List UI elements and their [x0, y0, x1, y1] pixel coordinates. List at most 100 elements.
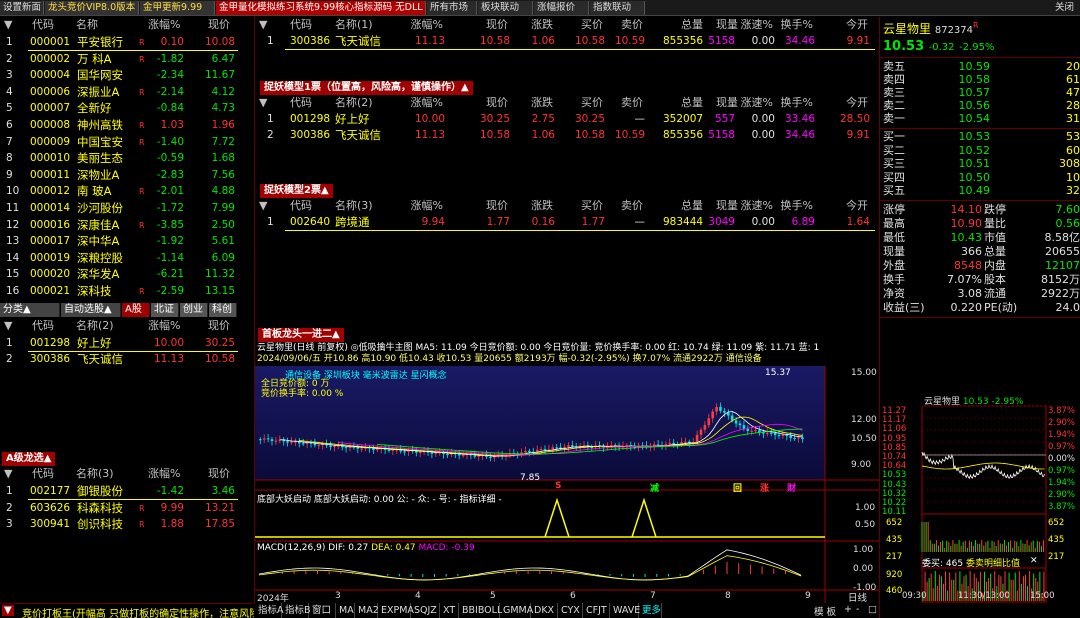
stat-label: 量比: [984, 217, 1006, 230]
price: 6.09: [211, 251, 235, 264]
tab-gem[interactable]: 创业: [180, 303, 208, 317]
bid-row[interactable]: 买二 10.52 60: [880, 144, 1080, 158]
table-row[interactable]: 3 000004 国华网安 -2.34 11.67: [0, 67, 253, 83]
zoom-in-button[interactable]: +: [844, 604, 852, 615]
tab-8[interactable]: BBIBOLL: [460, 603, 502, 618]
table-row[interactable]: 13 000017 深中华A -1.92 5.61: [0, 233, 253, 249]
tab-0[interactable]: 指标A: [256, 603, 284, 618]
table-row[interactable]: 9 000011 深物业A -2.83 7.56: [0, 167, 253, 183]
table-row[interactable]: 3 300941 创识科技 R 1.88 17.85: [0, 516, 253, 532]
table-row[interactable]: 12 000016 深康佳A R -3.85 2.50: [0, 217, 253, 233]
stock-code: 001298: [290, 113, 331, 125]
section-a-title[interactable]: A级龙选▲: [2, 452, 56, 466]
change-pct: -2.83: [156, 168, 184, 181]
table-row[interactable]: 1 001298 好上好 10.00 30.25 2.75 30.25—352007 557 0…: [255, 111, 879, 127]
collapse-icon[interactable]: ▼: [259, 95, 267, 111]
tab-all-markets[interactable]: 所有市场: [427, 1, 477, 15]
tab-bse[interactable]: 北证: [151, 303, 179, 317]
collapse-icon[interactable]: ▼: [4, 466, 12, 482]
ask-row[interactable]: 卖三 10.57 47: [880, 86, 1080, 100]
ask-row[interactable]: 卖二 10.56 28: [880, 99, 1080, 113]
ask-row[interactable]: 卖一 10.54 31: [880, 112, 1080, 126]
table-row[interactable]: 2 300386 飞天诚信 11.13 10.58: [0, 351, 253, 367]
tab-price[interactable]: 涨幅报价: [534, 1, 589, 15]
table-row[interactable]: 1 000001 平安银行 R 0.10 10.08: [0, 34, 253, 50]
stock-name: 深物业A: [77, 167, 120, 182]
tab-11[interactable]: CYX: [559, 603, 583, 618]
table-row[interactable]: 7 000009 中国宝安 R -1.40 7.72: [0, 134, 253, 150]
collapse-icon[interactable]: ▼: [259, 198, 267, 214]
model2-title[interactable]: 捉妖模型2票▲: [260, 184, 333, 198]
tab-category[interactable]: 分类▲: [0, 303, 60, 317]
bid-row[interactable]: 买五 10.49 32: [880, 184, 1080, 198]
tab-index-link[interactable]: 指数联动: [590, 1, 645, 15]
collapse-icon[interactable]: ▼: [2, 605, 14, 616]
tab-2[interactable]: 窗口: [310, 603, 336, 618]
close-button[interactable]: 关闭: [1052, 1, 1080, 15]
tab-3[interactable]: MA: [337, 603, 355, 618]
window-button[interactable]: □: [868, 604, 877, 615]
ask-row[interactable]: 卖五 10.59 20: [880, 60, 1080, 74]
bid-row[interactable]: 买三 10.51 308: [880, 157, 1080, 171]
ask-row[interactable]: 卖四 10.58 61: [880, 73, 1080, 87]
collapse-icon[interactable]: ▼: [4, 318, 12, 334]
tab-system[interactable]: 金甲量化模拟练习系统9.99核心指标源码 无DLL: [216, 1, 426, 15]
tab-a-share[interactable]: A股: [122, 303, 150, 317]
bid-row[interactable]: 买一 10.53 53: [880, 130, 1080, 144]
dif-line: [258, 549, 802, 581]
chart-section-title[interactable]: 首板龙头一进二▲: [258, 328, 344, 342]
table-row[interactable]: 8 000010 美丽生态 -0.59 1.68: [0, 150, 253, 166]
table-row[interactable]: 5 000007 全新好 -0.84 4.73: [0, 100, 253, 116]
tab-12[interactable]: CFJT: [584, 603, 610, 618]
table-row[interactable]: 10 000012 南 玻A R -2.01 4.88: [0, 183, 253, 199]
mid-table-1: ▼ 代码 名称(1) 涨幅% 现价 涨跌 买价 卖价 总量 现量 涨速% 换手% 今开 1 300386 飞…: [255, 17, 879, 81]
table-row[interactable]: 6 000008 神州高铁 R 1.03 1.96: [0, 117, 253, 133]
close-icon[interactable]: ✕: [1030, 556, 1038, 566]
bid-price: 10.49: [958, 184, 991, 197]
model1-title[interactable]: 捉妖模型1票（位置高，风险高，谨慎操作）▲: [260, 81, 473, 95]
cell: 1.77: [486, 216, 510, 228]
kline-chart-panel[interactable]: 云星物里(日线 前复权) ◎低吸擒牛主图 MA5: 11.09 今日竞价额: 0…: [255, 342, 879, 604]
chart-mark: [539, 449, 543, 451]
table-row[interactable]: 14 000019 深粮控股 -1.14 6.09: [0, 250, 253, 266]
tab-settings[interactable]: 设置新面: [0, 1, 44, 15]
collapse-icon[interactable]: ▼: [259, 17, 267, 33]
y-tick: 10.50: [851, 434, 877, 444]
tab-4[interactable]: MA2: [356, 603, 379, 618]
tab-14[interactable]: 更多: [640, 603, 662, 618]
tab-7[interactable]: XT: [441, 603, 459, 618]
mini-pct-tick: 3.87%: [1048, 406, 1076, 416]
mini-vol-tick: 652: [1048, 518, 1065, 528]
table-row[interactable]: 1 002640 跨境通 9.94 1.77 0.16 1.77—983444 3049 0.0…: [255, 214, 879, 230]
period-label[interactable]: 日线: [848, 590, 867, 604]
tab-auto-select[interactable]: 自动选股▲: [61, 303, 121, 317]
stock-name: 飞天诚信: [77, 352, 123, 366]
tab-update[interactable]: 金甲更新9.99: [140, 1, 215, 15]
table-row[interactable]: 11 000014 沙河股份 -1.72 7.99: [0, 200, 253, 216]
stock-name: 美丽生态: [77, 151, 123, 166]
tab-6[interactable]: SQJZ: [412, 603, 440, 618]
bid-row[interactable]: 买四 10.50 10: [880, 171, 1080, 185]
chart-mark: [418, 452, 422, 454]
tab-9[interactable]: GMMA: [501, 603, 533, 618]
template-button[interactable]: 模 板: [814, 604, 836, 618]
table-row[interactable]: 2 603626 科森科技 R 9.99 13.21: [0, 500, 253, 516]
tab-10[interactable]: DKX: [532, 603, 558, 618]
collapse-icon[interactable]: ▼: [4, 17, 12, 33]
table-row[interactable]: 1 002177 御银股份 -1.42 3.46: [0, 483, 253, 499]
zoom-out-button[interactable]: -: [856, 604, 859, 615]
table-row[interactable]: 1 001298 好上好 10.00 30.25: [0, 335, 253, 351]
table-row[interactable]: 4 000006 深振业A R -2.14 4.12: [0, 84, 253, 100]
table-row[interactable]: 15 000020 深华发A -6.21 11.32: [0, 266, 253, 282]
tab-star[interactable]: 科创: [209, 303, 237, 317]
table-row[interactable]: 2 000002 万 科A R -1.82 6.47: [0, 51, 253, 67]
tab-5[interactable]: EXPMA: [379, 603, 414, 618]
table-row[interactable]: 2 300386 飞天诚信 11.13 10.58 1.06 10.58 10.59 85535…: [255, 127, 879, 143]
tab-1[interactable]: 指标B: [283, 603, 311, 618]
table-row[interactable]: 1 300386 飞天诚信 11.13 10.58 1.06 10.58 10.59 85535…: [255, 33, 879, 49]
intraday-chart[interactable]: 云星物里 10.53 -2.95% 11.27 11.17 11.06 10.95 10…: [880, 392, 1080, 603]
table-row[interactable]: 16 000021 深科技 R -2.59 13.15: [0, 283, 253, 299]
tab-sector-link[interactable]: 板块联动: [478, 1, 533, 15]
tab-vip[interactable]: 龙头竞价VIP8.0版本: [45, 1, 139, 15]
tab-13[interactable]: WAVE: [611, 603, 640, 618]
